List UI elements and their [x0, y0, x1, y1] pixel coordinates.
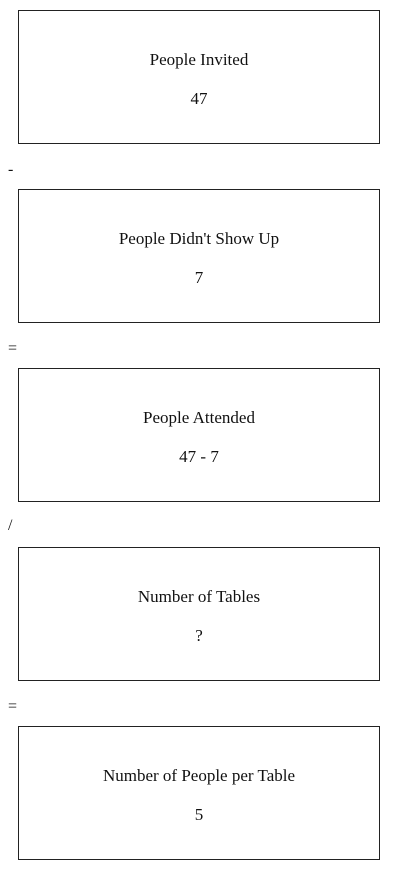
box-title: People Attended — [143, 408, 255, 427]
operator-equals: = — [8, 698, 18, 715]
box-value: 47 - 7 — [179, 447, 219, 466]
box-title: People Invited — [149, 50, 249, 69]
box-title: People Didn't Show Up — [118, 229, 280, 248]
box-people-didnt-show-up: People Didn't Show Up 7 — [18, 189, 380, 323]
box-people-attended: People Attended 47 - 7 — [18, 368, 380, 502]
box-value: 5 — [194, 805, 204, 824]
box-number-of-tables: Number of Tables ? — [18, 547, 380, 681]
box-people-invited: People Invited 47 — [18, 10, 380, 144]
box-value: ? — [195, 626, 203, 645]
box-people-per-table: Number of People per Table 5 — [18, 726, 380, 860]
box-value: 7 — [194, 268, 204, 287]
operator-minus: - — [8, 161, 14, 178]
box-title: Number of Tables — [137, 587, 261, 606]
box-title: Number of People per Table — [102, 766, 296, 785]
box-value: 47 — [190, 89, 208, 108]
operator-divide: / — [8, 517, 13, 534]
operator-equals: = — [8, 340, 18, 357]
